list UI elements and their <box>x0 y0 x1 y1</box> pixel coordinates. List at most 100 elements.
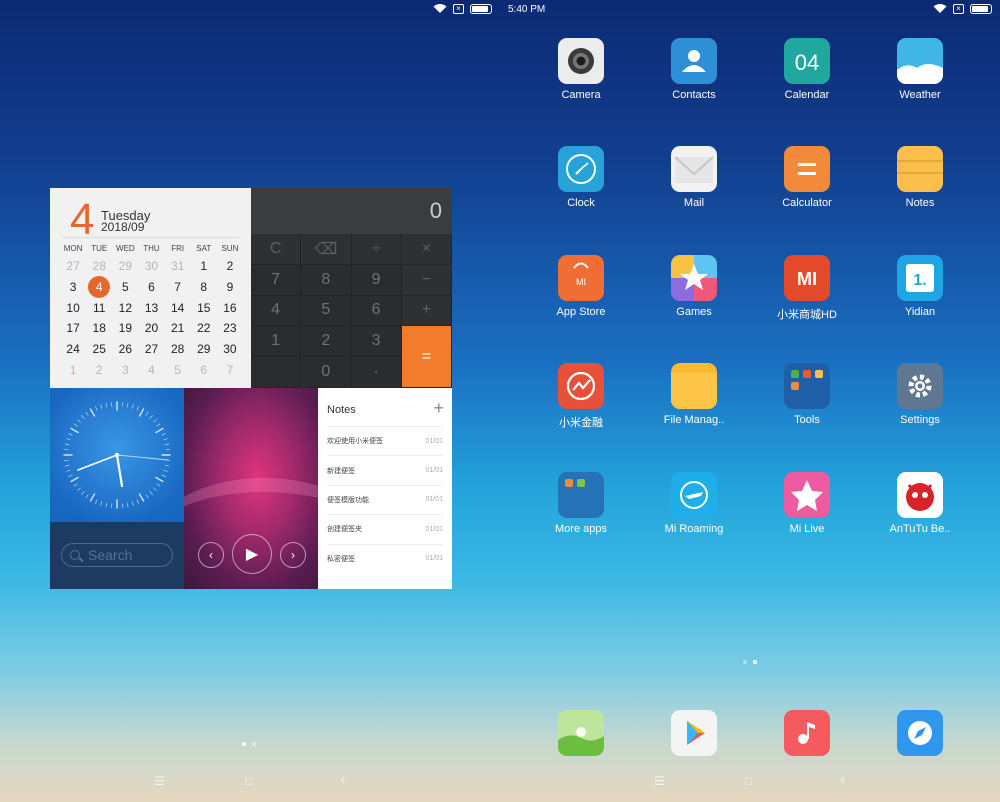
calendar-day[interactable]: 3 <box>112 360 138 381</box>
menu-button[interactable]: ☰ <box>654 774 665 788</box>
app-mail[interactable]: Mail <box>644 146 744 209</box>
app-settings[interactable]: Settings <box>870 363 970 426</box>
calendar-day[interactable]: 21 <box>165 318 191 339</box>
calc-key[interactable]: 1 <box>251 326 302 358</box>
app-calendar[interactable]: 04 Calendar <box>757 38 857 101</box>
calc-key[interactable]: 7 <box>251 264 302 296</box>
calendar-day[interactable]: 28 <box>86 256 112 277</box>
calendar-day[interactable]: 6 <box>138 277 164 298</box>
calendar-day[interactable]: 4 <box>138 360 164 381</box>
app-contacts[interactable]: Contacts <box>644 38 744 101</box>
calendar-day[interactable]: 25 <box>86 339 112 360</box>
app-yidian[interactable]: 1. Yidian <box>870 255 970 318</box>
calendar-day[interactable]: 27 <box>138 339 164 360</box>
calc-key[interactable]: − <box>401 264 452 296</box>
calendar-day[interactable]: 17 <box>60 318 86 339</box>
back-button[interactable]: ‹ <box>340 771 345 789</box>
calc-key[interactable]: 9 <box>351 264 402 296</box>
app-calculator[interactable]: Calculator <box>757 146 857 209</box>
calendar-day[interactable]: 1 <box>191 256 217 277</box>
calendar-day[interactable]: 30 <box>138 256 164 277</box>
play-button[interactable]: ▶ <box>232 534 272 574</box>
calendar-day[interactable]: 19 <box>112 318 138 339</box>
calendar-day[interactable]: 27 <box>60 256 86 277</box>
app-hd[interactable]: MI 小米商城HD <box>757 255 857 322</box>
calc-key[interactable]: 3 <box>351 326 402 358</box>
menu-button[interactable]: ☰ <box>154 774 165 788</box>
calendar-day[interactable]: 2 <box>217 256 243 277</box>
note-item[interactable]: 便签模版功能 01/01 <box>327 484 443 514</box>
calc-key[interactable]: 2 <box>301 326 352 358</box>
app-app-store[interactable]: MI App Store <box>531 255 631 318</box>
app-weather[interactable]: Weather <box>870 38 970 101</box>
app-antutu-be[interactable]: AnTuTu Be.. <box>870 472 970 535</box>
dock-music[interactable] <box>757 710 857 756</box>
add-note-button[interactable]: + <box>433 398 444 419</box>
calendar-day[interactable]: 5 <box>112 277 138 298</box>
app-tools[interactable]: Tools <box>757 363 857 426</box>
back-button[interactable]: ‹ <box>840 771 845 789</box>
calendar-day[interactable]: 14 <box>165 298 191 319</box>
app-games[interactable]: Games <box>644 255 744 318</box>
calendar-day[interactable]: 23 <box>217 318 243 339</box>
calendar-day[interactable]: 13 <box>138 298 164 319</box>
calendar-day[interactable]: 26 <box>112 339 138 360</box>
note-item[interactable]: 创建便签夹 01/01 <box>327 514 443 543</box>
calendar-day[interactable]: 29 <box>112 256 138 277</box>
dock-browser[interactable] <box>870 710 970 756</box>
calendar-day[interactable]: 31 <box>165 256 191 277</box>
calc-key[interactable]: = <box>401 326 452 388</box>
next-track-button[interactable]: › <box>280 542 306 568</box>
calc-key[interactable]: + <box>401 295 452 327</box>
calc-key[interactable]: · <box>351 357 402 388</box>
calendar-day[interactable]: 30 <box>217 339 243 360</box>
app-notes[interactable]: Notes <box>870 146 970 209</box>
note-item[interactable]: 欢迎使用小米便签 01/01 <box>327 426 443 455</box>
app-more-apps[interactable]: More apps <box>531 472 631 535</box>
clock-widget[interactable] <box>50 388 184 522</box>
app-clock[interactable]: Clock <box>531 146 631 209</box>
calc-key[interactable]: × <box>401 234 452 265</box>
calendar-day[interactable]: 10 <box>60 298 86 319</box>
calendar-widget[interactable]: 4 Tuesday 2018/09 MON TUE WED THU FRI SAT SUN … <box>50 188 251 388</box>
calendar-day[interactable]: 7 <box>217 360 243 381</box>
home-button[interactable]: □ <box>745 774 752 788</box>
calc-key[interactable]: 5 <box>301 295 352 327</box>
notes-widget[interactable]: Notes + 欢迎使用小米便签 01/01 新建便签 01/01 便签模版功能 01/0… <box>318 388 452 589</box>
calendar-day[interactable]: 3 <box>60 277 86 298</box>
dock-play-store[interactable] <box>644 710 744 756</box>
calendar-day[interactable]: 22 <box>191 318 217 339</box>
calendar-day[interactable]: 15 <box>191 298 217 319</box>
calc-key[interactable]: 8 <box>301 264 352 296</box>
previous-track-button[interactable]: ‹ <box>198 542 224 568</box>
calendar-day[interactable]: 18 <box>86 318 112 339</box>
calendar-today[interactable]: 4 <box>86 276 112 298</box>
music-widget[interactable]: ‹ ▶ › <box>184 388 318 589</box>
calendar-day[interactable]: 16 <box>217 298 243 319</box>
calendar-day[interactable]: 7 <box>165 277 191 298</box>
calc-key[interactable]: C <box>251 234 302 265</box>
calendar-day[interactable]: 9 <box>217 277 243 298</box>
calendar-day[interactable]: 20 <box>138 318 164 339</box>
calendar-day[interactable]: 6 <box>191 360 217 381</box>
calc-key[interactable] <box>251 357 302 388</box>
home-button[interactable]: □ <box>245 774 252 788</box>
calc-key[interactable]: ÷ <box>351 234 402 265</box>
calc-key[interactable]: ⌫ <box>301 234 352 265</box>
app-mi-roaming[interactable]: Mi Roaming <box>644 472 744 535</box>
calendar-day[interactable]: 11 <box>86 298 112 319</box>
app-camera[interactable]: Camera <box>531 38 631 101</box>
calendar-day[interactable]: 12 <box>112 298 138 319</box>
calendar-day[interactable]: 28 <box>165 339 191 360</box>
calendar-day[interactable]: 29 <box>191 339 217 360</box>
app-mi-finance[interactable]: 小米金融 <box>531 363 631 430</box>
dock-gallery[interactable] <box>531 710 631 756</box>
calendar-day[interactable]: 24 <box>60 339 86 360</box>
calendar-day[interactable]: 1 <box>60 360 86 381</box>
note-item[interactable]: 新建便签 01/01 <box>327 455 443 484</box>
calendar-day[interactable]: 5 <box>165 360 191 381</box>
calendar-day[interactable]: 8 <box>191 277 217 298</box>
app-mi-live[interactable]: Mi Live <box>757 472 857 535</box>
note-item[interactable]: 私密便签 01/01 <box>327 543 443 573</box>
calc-key[interactable]: 4 <box>251 295 302 327</box>
